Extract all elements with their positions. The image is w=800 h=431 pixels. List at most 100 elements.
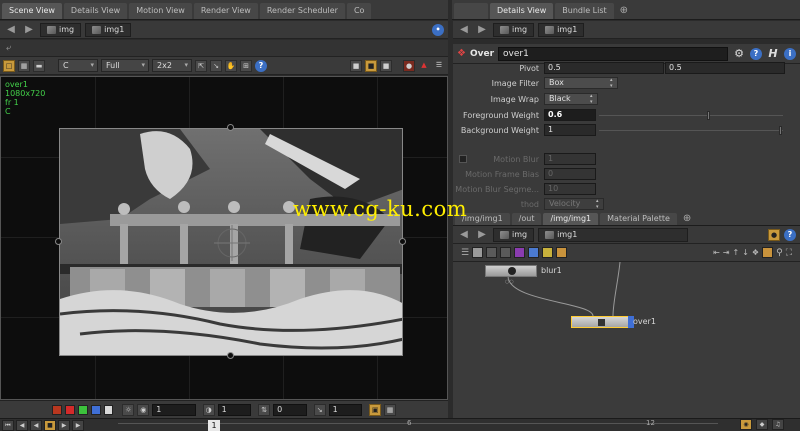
tab-material-palette[interactable]: Material Palette [600,213,677,225]
motion-frame-bias-field[interactable]: 0 [544,168,596,180]
param-path-network[interactable]: img1 [538,22,585,37]
exposure-icon[interactable]: ◑ [202,403,215,416]
pin-network-icon[interactable]: ● [768,228,780,241]
step-back-icon[interactable]: ◀ [16,419,28,431]
background-icon[interactable]: ▦ [384,403,396,416]
exposure-field[interactable]: 1 [217,403,252,416]
display-icon[interactable]: ▬ [33,59,45,72]
play-reverse-icon[interactable]: ◀ [30,419,42,431]
forward-arrow-icon[interactable]: ▶ [22,24,36,36]
pivot-x-field[interactable]: 0.5 [544,62,664,74]
image-viewport[interactable]: over1 1080x720 fr 1 C [0,76,448,400]
align-up-icon[interactable]: ↑ [733,248,740,257]
tab-network-img1-active[interactable]: /img/img1 [543,213,599,225]
gamma-field[interactable]: 1 [152,403,196,416]
houdini-help-icon[interactable]: H [766,47,780,61]
play-icon[interactable]: ▶ [58,419,70,431]
network-path-network[interactable]: img1 [538,227,689,242]
pin-icon[interactable]: • [432,23,444,36]
snapshot-icon[interactable]: □ [3,59,15,72]
viewer-menu-icon[interactable]: ☰ [433,59,445,72]
tab-render-view[interactable]: Render View [193,3,258,19]
color-icon[interactable] [514,247,526,258]
back-arrow-icon[interactable]: ◀ [457,229,471,241]
sticky-note-icon[interactable] [542,247,554,258]
method-dropdown[interactable]: Velocity [544,198,604,210]
align-left-icon[interactable]: ⇤ [713,248,720,257]
help-icon[interactable]: ? [750,47,762,60]
tab-scene-view[interactable]: Scene View [2,3,62,19]
pan-icon[interactable]: ✋ [225,59,237,72]
node-name-field[interactable]: over1 [498,46,728,61]
jump-start-icon[interactable]: ⏮ [2,419,14,431]
zoom-fit-icon[interactable]: ⇱ [195,59,207,72]
network-editor[interactable]: blur1 ○○ over1 [453,262,800,418]
resolution-dropdown[interactable]: Full [101,59,149,72]
offset-field[interactable]: 0 [273,403,307,416]
foreground-weight-slider[interactable] [599,111,783,120]
path-segment-context[interactable]: img [40,22,82,37]
back-arrow-icon[interactable]: ◀ [4,24,18,36]
image-filter-dropdown[interactable]: Box [544,77,618,89]
motion-blur-checkbox[interactable] [459,155,467,163]
lut-icon[interactable]: ☼ [122,403,135,416]
transform-handle[interactable] [227,124,234,131]
forward-arrow-icon[interactable]: ▶ [475,229,489,241]
transform-handle[interactable] [55,238,62,245]
tab-composite-view[interactable]: Co [346,3,372,19]
motion-blur-field[interactable]: 1 [544,153,596,165]
tile-mode-icon[interactable] [472,247,484,258]
gear-icon[interactable]: ⚙ [732,47,746,61]
foreground-weight-field[interactable]: 0.6 [544,109,596,121]
tab-render-scheduler[interactable]: Render Scheduler [259,3,345,19]
swatch-blue[interactable] [90,404,101,415]
scale-dropdown[interactable]: 2x2 [152,59,192,72]
wire-mode-icon[interactable] [762,247,774,258]
info-icon[interactable]: i [784,47,796,60]
frame-all-icon[interactable]: ⛶ [786,248,792,258]
channel-dropdown[interactable]: C [58,59,98,72]
shape-icon[interactable] [528,247,540,258]
align-right-icon[interactable]: ⇥ [723,248,730,257]
transform-handle[interactable] [227,352,234,359]
swatch-red[interactable] [64,404,75,415]
motion-blur-segments-field[interactable]: 10 [544,183,596,195]
transform-handle[interactable] [399,238,406,245]
slider-knob[interactable] [779,126,782,135]
slider-knob[interactable] [707,111,710,120]
realtime-toggle[interactable]: ◉ [740,419,752,430]
add-tab-icon[interactable]: ⊕ [679,213,695,225]
grid-icon[interactable]: ▦ [18,59,30,72]
level-icon[interactable]: ↘ [313,403,326,416]
flipbook-icon[interactable]: ▲ [418,59,430,72]
keyframe-icon[interactable]: ◆ [756,419,768,430]
crop-icon[interactable]: ⊞ [240,59,252,72]
tab-network-out[interactable]: /out [511,213,542,225]
tab-blank[interactable] [454,3,488,19]
display-options-icon[interactable]: ■ [380,59,392,72]
select-arrow-icon[interactable]: ⤶ [6,43,11,53]
help-icon[interactable]: ? [255,59,267,72]
background-weight-field[interactable]: 1 [544,124,596,136]
swatch-red-alpha[interactable] [52,404,62,415]
forward-arrow-icon[interactable]: ▶ [475,24,489,36]
layout-nodes-icon[interactable]: ❖ [752,248,759,257]
render-icon[interactable]: ● [403,59,415,72]
add-tab-icon[interactable]: ⊕ [616,3,632,19]
search-icon[interactable]: ⚲ [776,248,783,258]
audio-icon[interactable]: ♫ [772,419,784,430]
stop-icon[interactable]: ■ [44,419,56,431]
param-path-context[interactable]: img [493,22,535,37]
gamma-icon[interactable]: ◉ [137,403,150,416]
background-weight-slider[interactable] [599,126,783,135]
step-forward-icon[interactable]: ▶ [72,419,84,431]
swatch-white[interactable] [103,404,114,415]
node-over1[interactable] [571,316,634,328]
network-box-icon[interactable] [556,247,568,258]
zoom-region-icon[interactable]: ↘ [210,59,222,72]
node-blur1[interactable] [485,265,537,277]
help-icon[interactable]: ? [784,228,796,241]
display-lut-icon[interactable]: ▣ [369,403,382,416]
flag-icon[interactable] [500,247,512,258]
level-field[interactable]: 1 [328,403,363,416]
